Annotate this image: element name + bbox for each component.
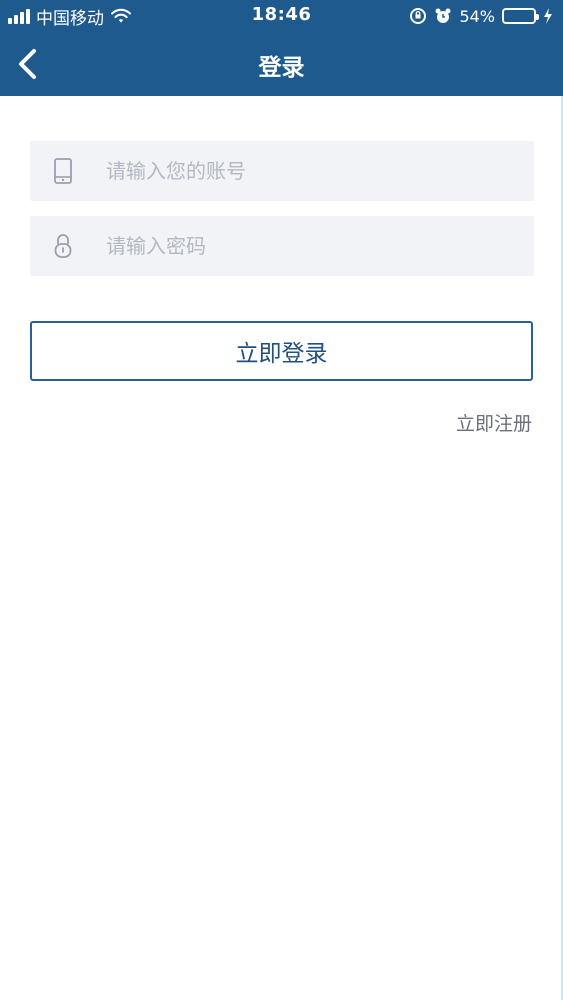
account-field — [30, 141, 534, 201]
login-button[interactable]: 立即登录 — [30, 321, 533, 381]
password-input[interactable] — [96, 216, 534, 276]
account-input[interactable] — [96, 141, 534, 201]
phone-icon — [52, 141, 96, 201]
lock-icon — [52, 216, 96, 276]
charging-icon — [544, 8, 552, 24]
top-header: 中国移动 18:46 54% 登录 — [0, 0, 563, 96]
password-field — [30, 216, 534, 276]
battery-icon — [502, 8, 539, 24]
page-title: 登录 — [258, 55, 305, 81]
nav-bar: 登录 — [0, 32, 563, 96]
rotation-lock-icon — [410, 8, 427, 24]
battery-percent: 54% — [459, 6, 495, 26]
status-bar: 中国移动 18:46 54% — [0, 0, 563, 32]
login-page: 中国移动 18:46 54% 登录 请输入您的账号 立即登录 立即注册 — [0, 0, 563, 1000]
register-link[interactable]: 立即注册 — [456, 409, 532, 436]
status-right: 54% — [409, 5, 553, 27]
alarm-icon — [435, 8, 451, 23]
